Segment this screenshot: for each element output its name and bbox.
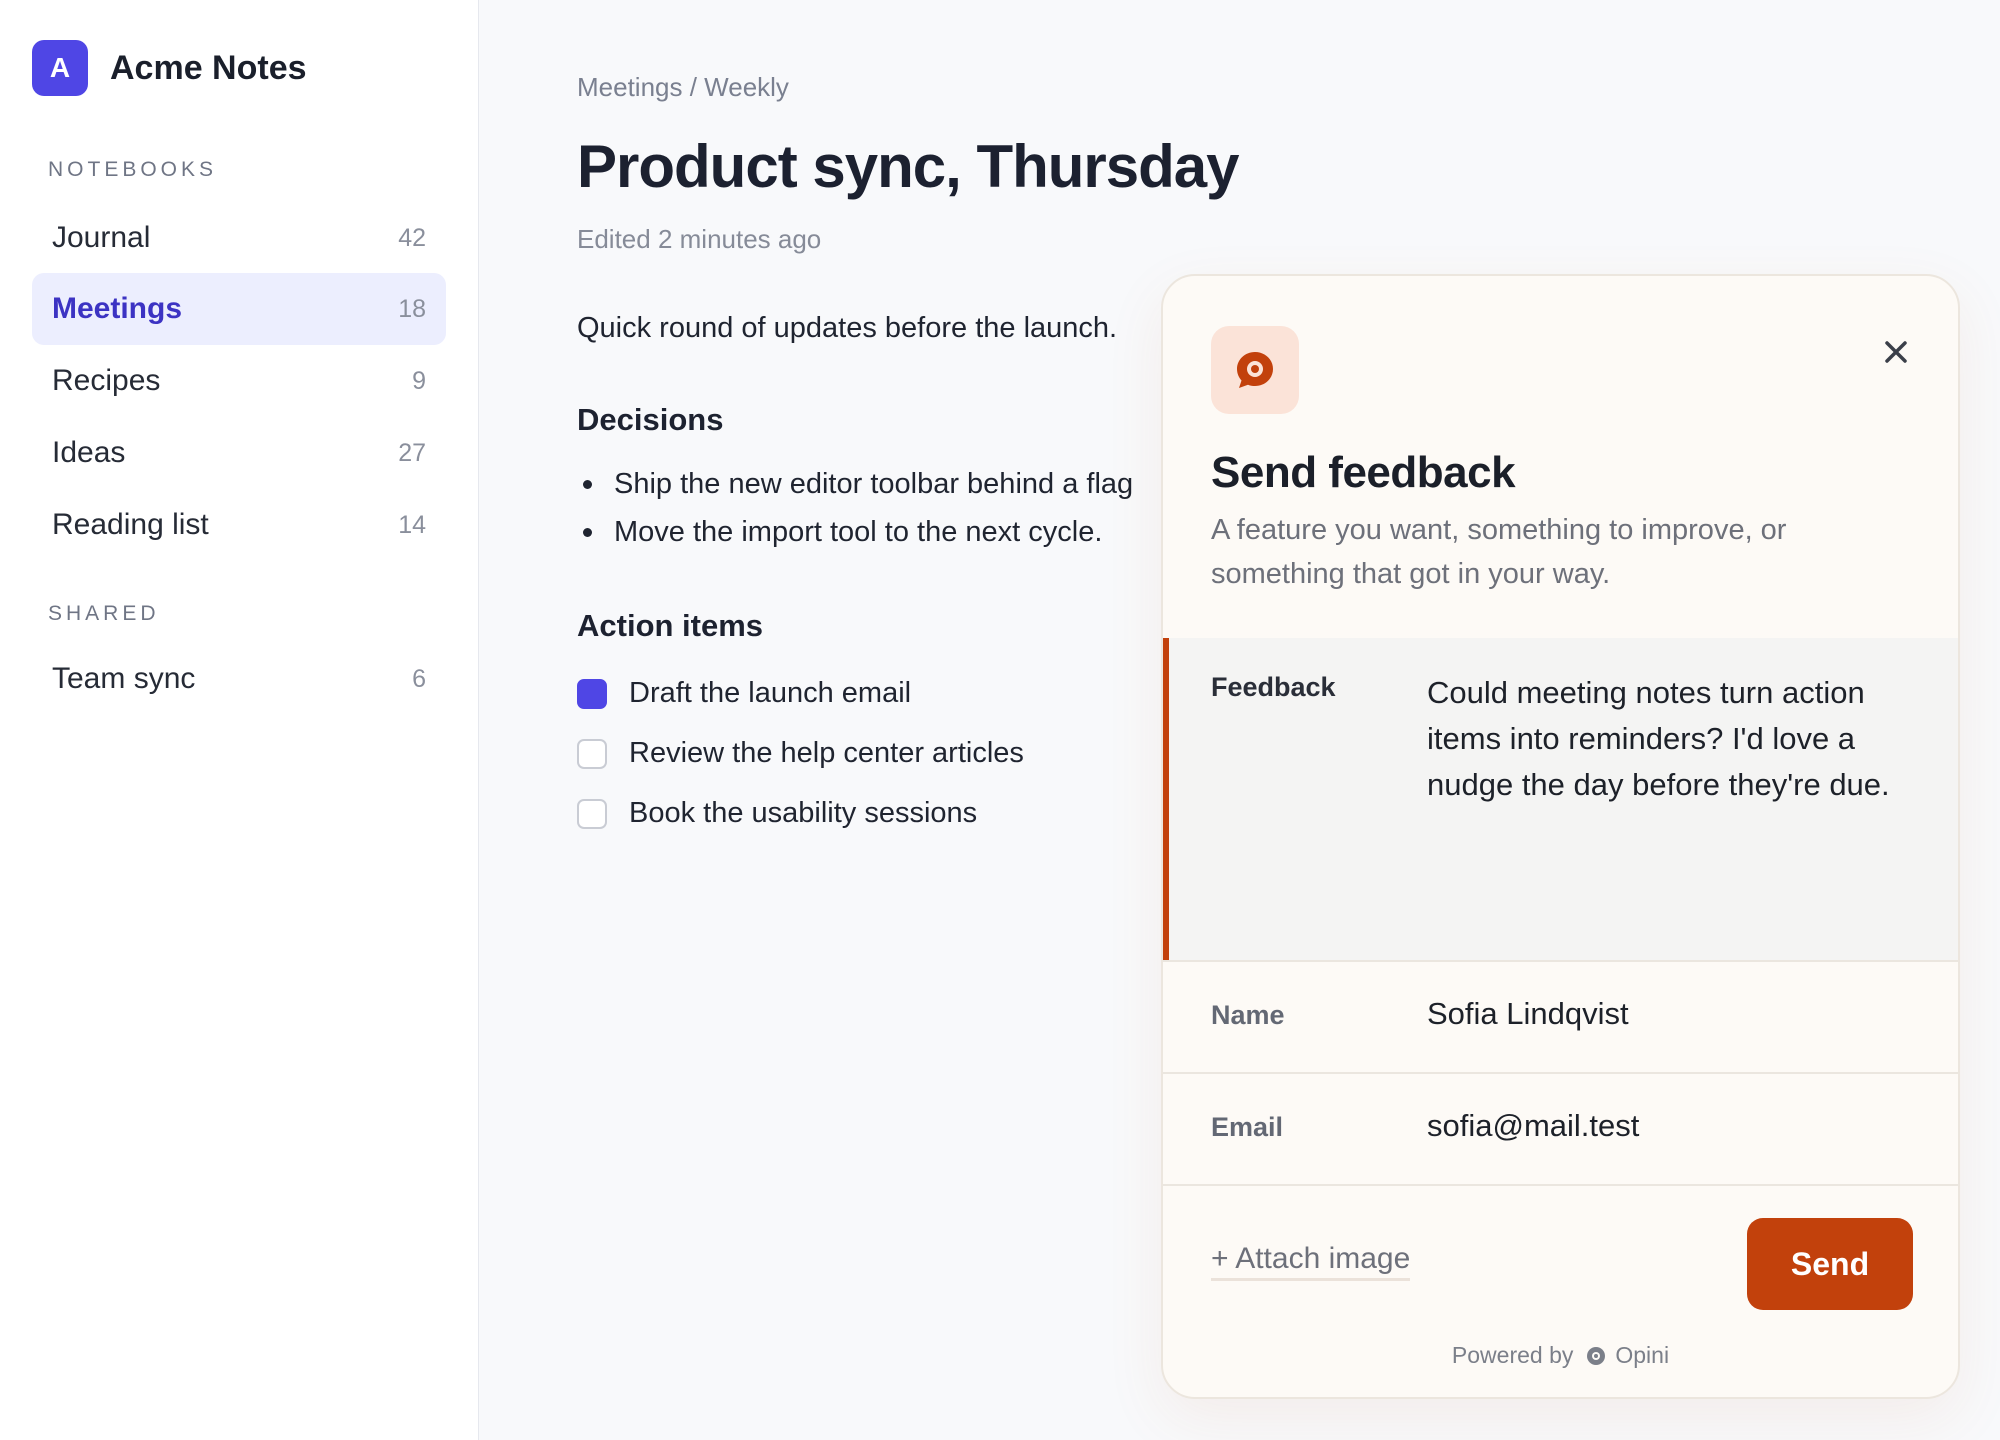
sidebar: A Acme Notes NOTEBOOKS Journal 42 Meetin…: [0, 0, 479, 1440]
action-item: Book the usability sessions: [577, 797, 977, 830]
action-item-text[interactable]: Review the help center articles: [629, 737, 1024, 770]
notebooks-section-label: NOTEBOOKS: [48, 158, 218, 181]
bullet-dot-icon: [583, 528, 592, 537]
close-icon[interactable]: [1876, 332, 1916, 372]
powered-by-label: Powered by: [1451, 1342, 1574, 1368]
action-items-heading[interactable]: Action items: [577, 608, 763, 644]
decision-item[interactable]: Ship the new editor toolbar behind a fla…: [577, 468, 1133, 501]
feedback-textarea[interactable]: Could meeting notes turn action items in…: [1427, 670, 1927, 808]
name-input[interactable]: Sofia Lindqvist: [1427, 996, 1629, 1032]
powered-by[interactable]: Powered by Opini: [1163, 1342, 1958, 1369]
sidebar-item-ideas[interactable]: Ideas 27: [32, 417, 446, 489]
feedback-label: Feedback: [1211, 672, 1336, 702]
opini-logo-icon: [1587, 1346, 1606, 1365]
divider: [1163, 960, 1958, 962]
divider: [1163, 1184, 1958, 1186]
feedback-field[interactable]: Feedback Could meeting notes turn action…: [1163, 638, 1958, 960]
shared-section-label: SHARED: [48, 602, 160, 625]
sidebar-item-reading-list[interactable]: Reading list 14: [32, 489, 446, 561]
sidebar-item-count: 6: [412, 664, 426, 693]
sidebar-item-label: Recipes: [52, 364, 161, 397]
brand-logo: A: [32, 40, 88, 96]
sidebar-item-recipes[interactable]: Recipes 9: [32, 345, 446, 417]
sidebar-item-label: Reading list: [52, 508, 209, 541]
attach-image-button[interactable]: + Attach image: [1211, 1242, 1411, 1281]
sidebar-item-count: 14: [398, 510, 426, 539]
widget-subtitle: A feature you want, something to improve…: [1211, 514, 1787, 590]
sidebar-item-label: Ideas: [52, 436, 126, 469]
email-input[interactable]: sofia@mail.test: [1427, 1108, 1639, 1144]
sidebar-item-label: Meetings: [52, 292, 183, 325]
checkbox-checked[interactable]: [577, 678, 607, 709]
powered-by-brand: Opini: [1615, 1342, 1670, 1368]
decision-text: Ship the new editor toolbar behind a fla…: [614, 468, 1134, 500]
sidebar-item-meetings[interactable]: Meetings 18: [32, 273, 446, 345]
page-title[interactable]: Product sync, Thursday: [577, 132, 1239, 201]
sidebar-item-count: 42: [398, 223, 426, 252]
decisions-heading[interactable]: Decisions: [577, 402, 723, 438]
decision-item[interactable]: Move the import tool to the next cycle.: [577, 516, 1102, 549]
action-item-text[interactable]: Book the usability sessions: [629, 797, 977, 830]
edited-timestamp: Edited 2 minutes ago: [577, 224, 822, 254]
widget-title: Send feedback: [1211, 448, 1516, 497]
divider: [1163, 1072, 1958, 1074]
brand[interactable]: A Acme Notes: [32, 40, 307, 96]
sidebar-item-count: 9: [412, 366, 426, 395]
brand-name: Acme Notes: [110, 48, 307, 87]
sidebar-item-label: Journal: [52, 221, 151, 254]
checkbox-unchecked[interactable]: [577, 798, 607, 829]
name-label: Name: [1211, 1000, 1285, 1030]
bullet-dot-icon: [583, 480, 592, 489]
sidebar-item-journal[interactable]: Journal 42: [32, 202, 446, 274]
feedback-widget: Send feedback A feature you want, someth…: [1161, 274, 1960, 1399]
checkbox-unchecked[interactable]: [577, 738, 607, 769]
focus-indicator: [1163, 638, 1169, 960]
send-button[interactable]: Send: [1747, 1218, 1913, 1310]
sidebar-item-count: 27: [398, 438, 426, 467]
sidebar-item-label: Team sync: [52, 662, 196, 695]
action-item-text[interactable]: Draft the launch email: [629, 677, 911, 710]
sidebar-item-count: 18: [398, 294, 426, 323]
decision-text: Move the import tool to the next cycle.: [614, 516, 1103, 548]
email-label: Email: [1211, 1112, 1284, 1142]
action-item: Review the help center articles: [577, 737, 1024, 770]
breadcrumb[interactable]: Meetings / Weekly: [577, 72, 789, 103]
chat-bubble-icon: [1211, 326, 1299, 414]
note-intro-text[interactable]: Quick round of updates before the launch…: [577, 312, 1117, 345]
sidebar-item-team-sync[interactable]: Team sync 6: [32, 643, 446, 715]
action-item: Draft the launch email: [577, 677, 911, 710]
